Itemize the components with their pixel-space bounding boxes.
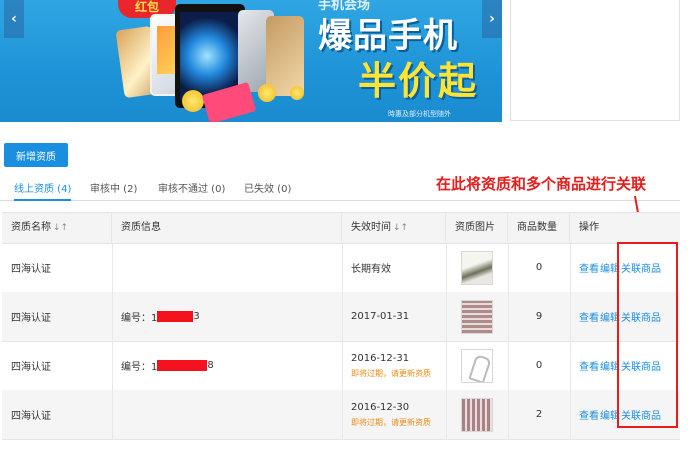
expiry-warning: 即将过期，请更新资质 [351, 417, 431, 427]
qualification-image[interactable] [446, 243, 508, 292]
coin-icon [290, 86, 304, 100]
promo-banner[interactable]: 红包 手机会场 爆品手机 半价起 時惠及部分机型随外 ‹ › [0, 0, 502, 122]
certificate-thumbnail[interactable] [461, 250, 493, 285]
qualification-image[interactable] [446, 341, 508, 390]
link-products-link[interactable]: 关联商品 [621, 407, 661, 422]
header-image: 资质图片 [446, 213, 508, 243]
expire-date: 2016-12-31 [351, 352, 410, 364]
banner-prev-button[interactable]: ‹ [4, 0, 24, 38]
header-count: 商品数量 [508, 213, 570, 243]
redaction-mark [157, 360, 208, 371]
tab-online[interactable]: 线上资质 (4) [14, 180, 72, 201]
header-actions: 操作 [579, 222, 599, 233]
product-count: 0 [535, 360, 543, 371]
expire-date: 2016-12-30 [351, 401, 410, 413]
row-actions: 查看 编辑 关联商品 [570, 390, 680, 439]
edit-link[interactable]: 编辑 [600, 260, 620, 275]
banner-subheadline: 半价起 [358, 59, 479, 103]
product-count: 2 [535, 409, 543, 420]
header-expire[interactable]: 失效时间 ↓↑ [342, 213, 446, 243]
tab-expired[interactable]: 已失效 (0) [244, 180, 291, 199]
qualification-name: 四海认证 [11, 313, 51, 324]
qualification-table: 资质名称 ↓↑ 资质信息 失效时间 ↓↑ 资质图片 商品数量 操作 四海认证 长期有… [2, 212, 680, 449]
link-products-link[interactable]: 关联商品 [621, 309, 661, 324]
qualification-name: 四海认证 [11, 411, 51, 422]
expire-date: 长期有效 [351, 264, 391, 275]
certificate-thumbnail[interactable] [461, 348, 493, 383]
add-qualification-button[interactable]: 新增资质 [4, 143, 68, 167]
expire-date-cell: 2016-12-31 即将过期，请更新资质 [342, 341, 446, 390]
header-info: 资质信息 [112, 213, 342, 243]
certificate-thumbnail[interactable] [461, 299, 493, 334]
expire-date-cell: 2016-12-30 即将过期，请更新资质 [342, 390, 446, 439]
view-link[interactable]: 查看 [579, 407, 599, 422]
certificate-thumbnail[interactable] [461, 397, 493, 432]
row-actions: 查看 编辑 关联商品 [570, 243, 680, 292]
table-row: 四海认证 长期有效 0 查看 编辑 关联商品 [2, 243, 680, 293]
edit-link[interactable]: 编辑 [600, 358, 620, 373]
coin-icon [182, 90, 204, 112]
qualification-name: 四海认证 [11, 264, 51, 275]
coin-icon [258, 84, 276, 102]
view-link[interactable]: 查看 [579, 309, 599, 324]
view-link[interactable]: 查看 [579, 260, 599, 275]
row-actions: 查看 编辑 关联商品 [570, 292, 680, 341]
tab-reviewing[interactable]: 审核中 (2) [90, 180, 137, 199]
table-row: 四海认证 2016-12-30 即将过期，请更新资质 2 查看 编辑 关联商品 [2, 390, 680, 440]
tab-rejected[interactable]: 审核不通过 (0) [158, 180, 225, 199]
row-actions: 查看 编辑 关联商品 [570, 341, 680, 390]
sort-icon[interactable]: ↓↑ [393, 223, 408, 233]
expiry-warning: 即将过期，请更新资质 [351, 368, 431, 378]
view-link[interactable]: 查看 [579, 358, 599, 373]
expire-date: 2017-01-31 [351, 311, 410, 322]
edit-link[interactable]: 编辑 [600, 309, 620, 324]
edit-link[interactable]: 编辑 [600, 407, 620, 422]
side-panel [510, 0, 680, 121]
qualification-name: 四海认证 [11, 362, 51, 373]
table-row: 四海认证 编号：1 3 2017-01-31 9 查看 编辑 关联商品 [2, 292, 680, 342]
qualification-image[interactable] [446, 292, 508, 341]
annotation-text: 在此将资质和多个商品进行关联 [436, 175, 647, 193]
banner-footnote: 時惠及部分机型随外 [388, 110, 451, 118]
redaction-mark [157, 311, 194, 322]
banner-next-button[interactable]: › [482, 0, 502, 38]
link-products-link[interactable]: 关联商品 [621, 358, 661, 373]
product-count: 0 [535, 262, 543, 273]
phone-image-champagne [266, 16, 304, 96]
qualification-info [112, 243, 342, 292]
qualification-info [112, 390, 342, 439]
header-name[interactable]: 资质名称 ↓↑ [2, 213, 112, 243]
qualification-image[interactable] [446, 390, 508, 439]
link-products-link[interactable]: 关联商品 [621, 260, 661, 275]
sort-icon[interactable]: ↓↑ [53, 223, 68, 233]
product-count: 9 [535, 311, 543, 322]
table-header: 资质名称 ↓↑ 资质信息 失效时间 ↓↑ 资质图片 商品数量 操作 [2, 213, 680, 244]
table-row: 四海认证 编号：1 8 2016-12-31 即将过期，请更新资质 0 查看 编辑关… [2, 341, 680, 391]
qualification-info: 编号：1 8 [121, 360, 214, 373]
qualification-info: 编号：1 3 [121, 311, 200, 324]
